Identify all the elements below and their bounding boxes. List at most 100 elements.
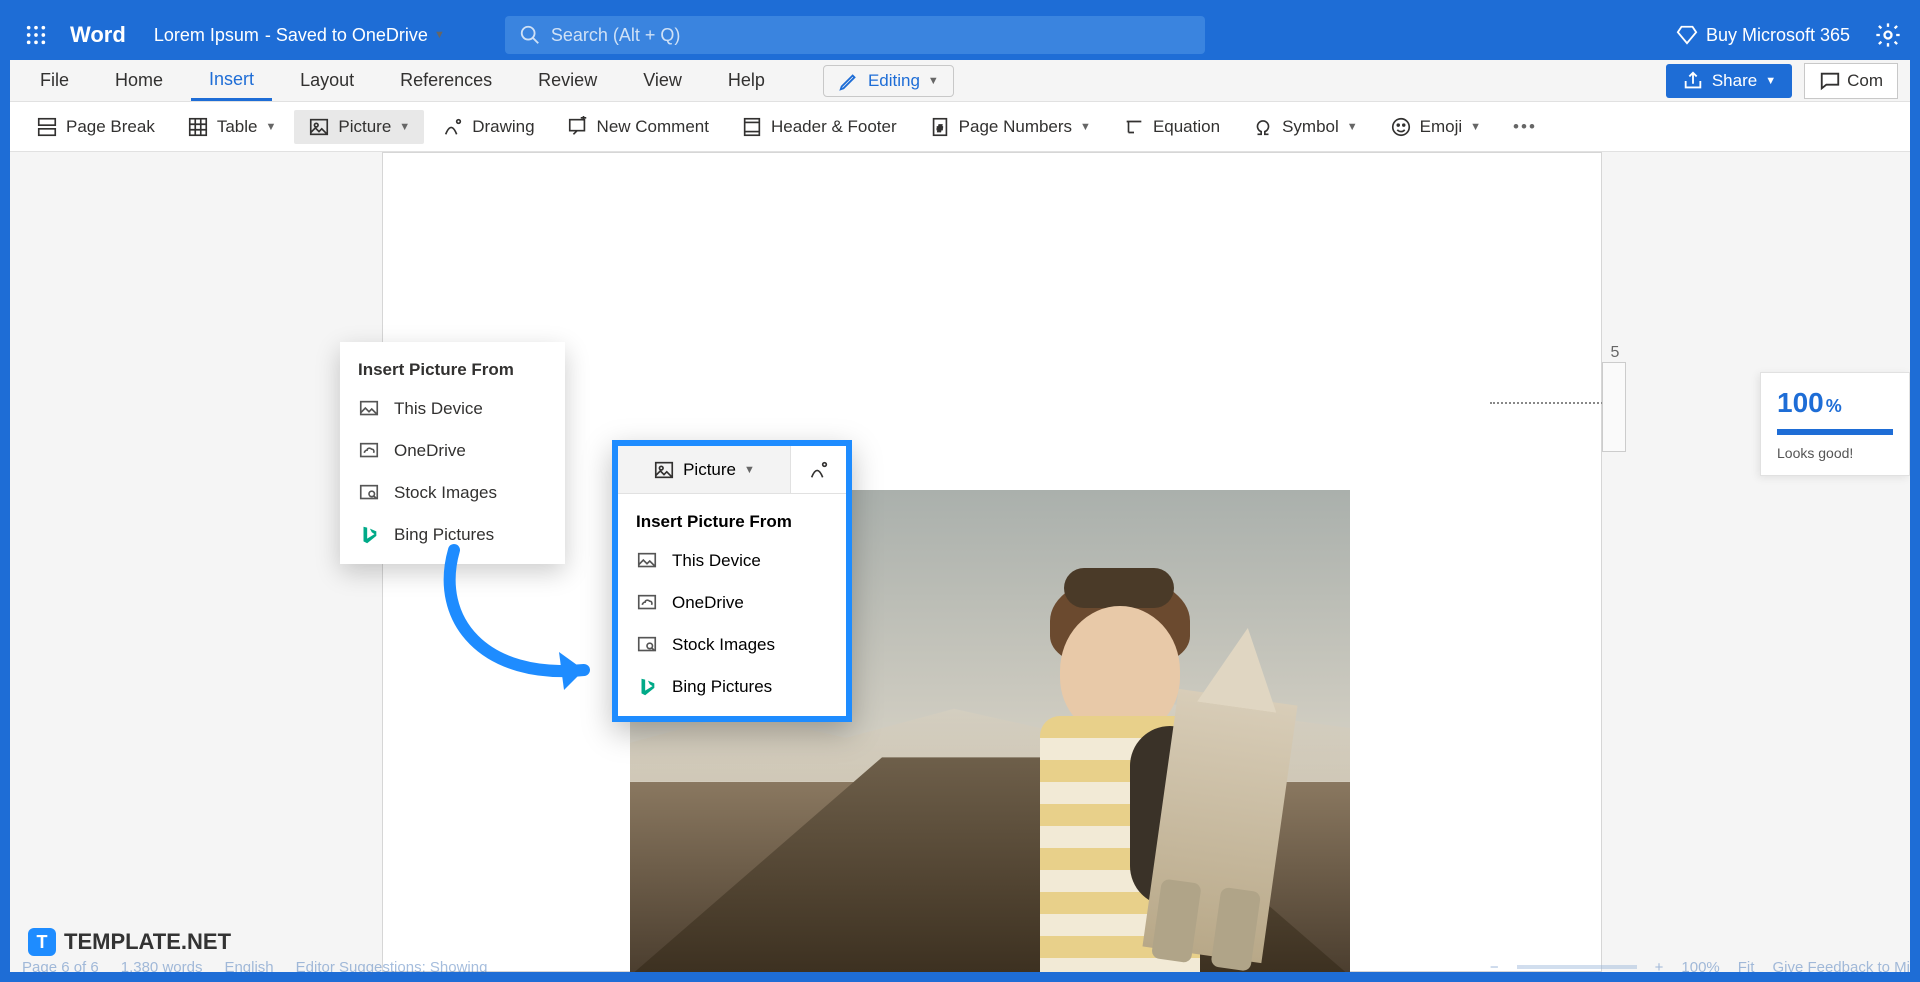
page-break-label: Page Break	[66, 117, 155, 137]
editor-score-value: 100	[1777, 387, 1824, 419]
tab-help[interactable]: Help	[710, 62, 783, 99]
page-break-icon	[36, 116, 58, 138]
floating-stock-images[interactable]: Stock Images	[618, 624, 846, 666]
floating-drawing-button[interactable]	[790, 446, 846, 493]
comments-button[interactable]: Com	[1804, 63, 1898, 99]
table-icon	[187, 116, 209, 138]
floating-picture-menu: Picture ▼ Insert Picture From This Devic…	[612, 440, 852, 722]
symbol-chevron-icon: ▼	[1347, 121, 1358, 133]
dropdown-onedrive-label: OneDrive	[394, 441, 466, 461]
picture-chevron-icon: ▼	[399, 121, 410, 133]
floating-picture-chevron-icon: ▼	[744, 464, 755, 476]
header-footer-icon	[741, 116, 763, 138]
ruler-mark-dotted	[1490, 402, 1610, 404]
drawing-label: Drawing	[472, 117, 534, 137]
ribbon-overflow[interactable]: •••	[1499, 111, 1551, 143]
ruler-number: 5	[1600, 344, 1630, 362]
emoji-icon	[1390, 116, 1412, 138]
stock-images-icon	[636, 634, 658, 656]
editor-score-panel[interactable]: 100 % Looks good!	[1760, 372, 1910, 476]
floating-title: Insert Picture From	[618, 502, 846, 540]
dropdown-onedrive[interactable]: OneDrive	[340, 430, 565, 472]
status-words[interactable]: 1,380 words	[121, 959, 203, 976]
zoom-minus-icon[interactable]: −	[1490, 959, 1499, 976]
floating-onedrive[interactable]: OneDrive	[618, 582, 846, 624]
tab-layout[interactable]: Layout	[282, 62, 372, 99]
search-placeholder: Search (Alt + Q)	[551, 25, 681, 46]
menu-tabs: File Home Insert Layout References Revie…	[10, 60, 1910, 102]
drawing-button[interactable]: Drawing	[428, 110, 548, 144]
dropdown-title: Insert Picture From	[340, 350, 565, 388]
zoom-slider[interactable]	[1517, 965, 1637, 969]
dropdown-bing-pictures[interactable]: Bing Pictures	[340, 514, 565, 556]
emoji-button[interactable]: Emoji ▼	[1376, 110, 1495, 144]
dropdown-this-device-label: This Device	[394, 399, 483, 419]
search-icon	[519, 24, 541, 46]
dropdown-bing-pictures-label: Bing Pictures	[394, 525, 494, 545]
diamond-icon	[1676, 24, 1698, 46]
table-chevron-icon: ▼	[265, 121, 276, 133]
status-bar: Page 6 of 6 1,380 words English Editor S…	[22, 954, 1920, 980]
table-label: Table	[217, 117, 258, 137]
picture-button[interactable]: Picture ▼	[294, 110, 424, 144]
document-title[interactable]: Lorem Ipsum - Saved to OneDrive ▼	[154, 25, 445, 46]
status-editor[interactable]: Editor Suggestions: Showing	[296, 959, 488, 976]
equation-icon	[1123, 116, 1145, 138]
dropdown-stock-images[interactable]: Stock Images	[340, 472, 565, 514]
editing-label: Editing	[868, 71, 920, 91]
status-fit[interactable]: Fit	[1738, 959, 1755, 976]
page-break-button[interactable]: Page Break	[22, 110, 169, 144]
search-input[interactable]: Search (Alt + Q)	[505, 16, 1205, 54]
share-label: Share	[1712, 71, 1757, 91]
settings-gear-icon[interactable]	[1874, 21, 1902, 49]
document-canvas: 5 Insert Picture From This Device OneDri…	[10, 152, 1910, 972]
floating-this-device[interactable]: This Device	[618, 540, 846, 582]
header-footer-button[interactable]: Header & Footer	[727, 110, 911, 144]
dropdown-stock-images-label: Stock Images	[394, 483, 497, 503]
picture-icon	[308, 116, 330, 138]
emoji-chevron-icon: ▼	[1470, 121, 1481, 133]
bing-icon	[358, 524, 380, 546]
symbol-label: Symbol	[1282, 117, 1339, 137]
floating-picture-button[interactable]: Picture ▼	[618, 446, 790, 493]
share-button[interactable]: Share ▼	[1666, 64, 1792, 98]
watermark-text: TEMPLATE.NET	[64, 929, 231, 955]
status-page[interactable]: Page 6 of 6	[22, 959, 99, 976]
status-zoom[interactable]: 100%	[1681, 959, 1719, 976]
status-language[interactable]: English	[224, 959, 273, 976]
ruler-vertical-box	[1602, 362, 1626, 452]
tab-file[interactable]: File	[22, 62, 87, 99]
table-button[interactable]: Table ▼	[173, 110, 291, 144]
page-numbers-button[interactable]: # Page Numbers ▼	[915, 110, 1105, 144]
symbol-button[interactable]: Symbol ▼	[1238, 110, 1372, 144]
tab-home[interactable]: Home	[97, 62, 181, 99]
page-numbers-icon: #	[929, 116, 951, 138]
dropdown-this-device[interactable]: This Device	[340, 388, 565, 430]
tab-insert[interactable]: Insert	[191, 61, 272, 101]
new-comment-button[interactable]: New Comment	[553, 110, 723, 144]
new-comment-label: New Comment	[597, 117, 709, 137]
header-footer-label: Header & Footer	[771, 117, 897, 137]
app-name: Word	[70, 22, 126, 48]
title-bar: Word Lorem Ipsum - Saved to OneDrive ▼ S…	[10, 10, 1910, 60]
app-launcher-icon[interactable]	[18, 17, 54, 53]
picture-icon	[653, 459, 675, 481]
tab-references[interactable]: References	[382, 62, 510, 99]
tab-review[interactable]: Review	[520, 62, 615, 99]
tab-view[interactable]: View	[625, 62, 700, 99]
editor-score-percent-icon: %	[1826, 396, 1842, 417]
zoom-plus-icon[interactable]: +	[1655, 959, 1664, 976]
comments-label: Com	[1847, 71, 1883, 91]
svg-text:#: #	[937, 123, 943, 133]
watermark: T TEMPLATE.NET	[28, 928, 231, 956]
onedrive-icon	[636, 592, 658, 614]
editing-mode-button[interactable]: Editing ▼	[823, 65, 954, 97]
editor-score-bar	[1777, 429, 1893, 435]
status-feedback[interactable]: Give Feedback to Mi	[1772, 959, 1910, 976]
editing-chevron-icon: ▼	[928, 75, 939, 87]
page-numbers-label: Page Numbers	[959, 117, 1072, 137]
buy-microsoft-365[interactable]: Buy Microsoft 365	[1676, 24, 1850, 46]
floating-bing-pictures[interactable]: Bing Pictures	[618, 666, 846, 708]
editor-score-message: Looks good!	[1777, 445, 1893, 461]
equation-button[interactable]: Equation	[1109, 110, 1234, 144]
